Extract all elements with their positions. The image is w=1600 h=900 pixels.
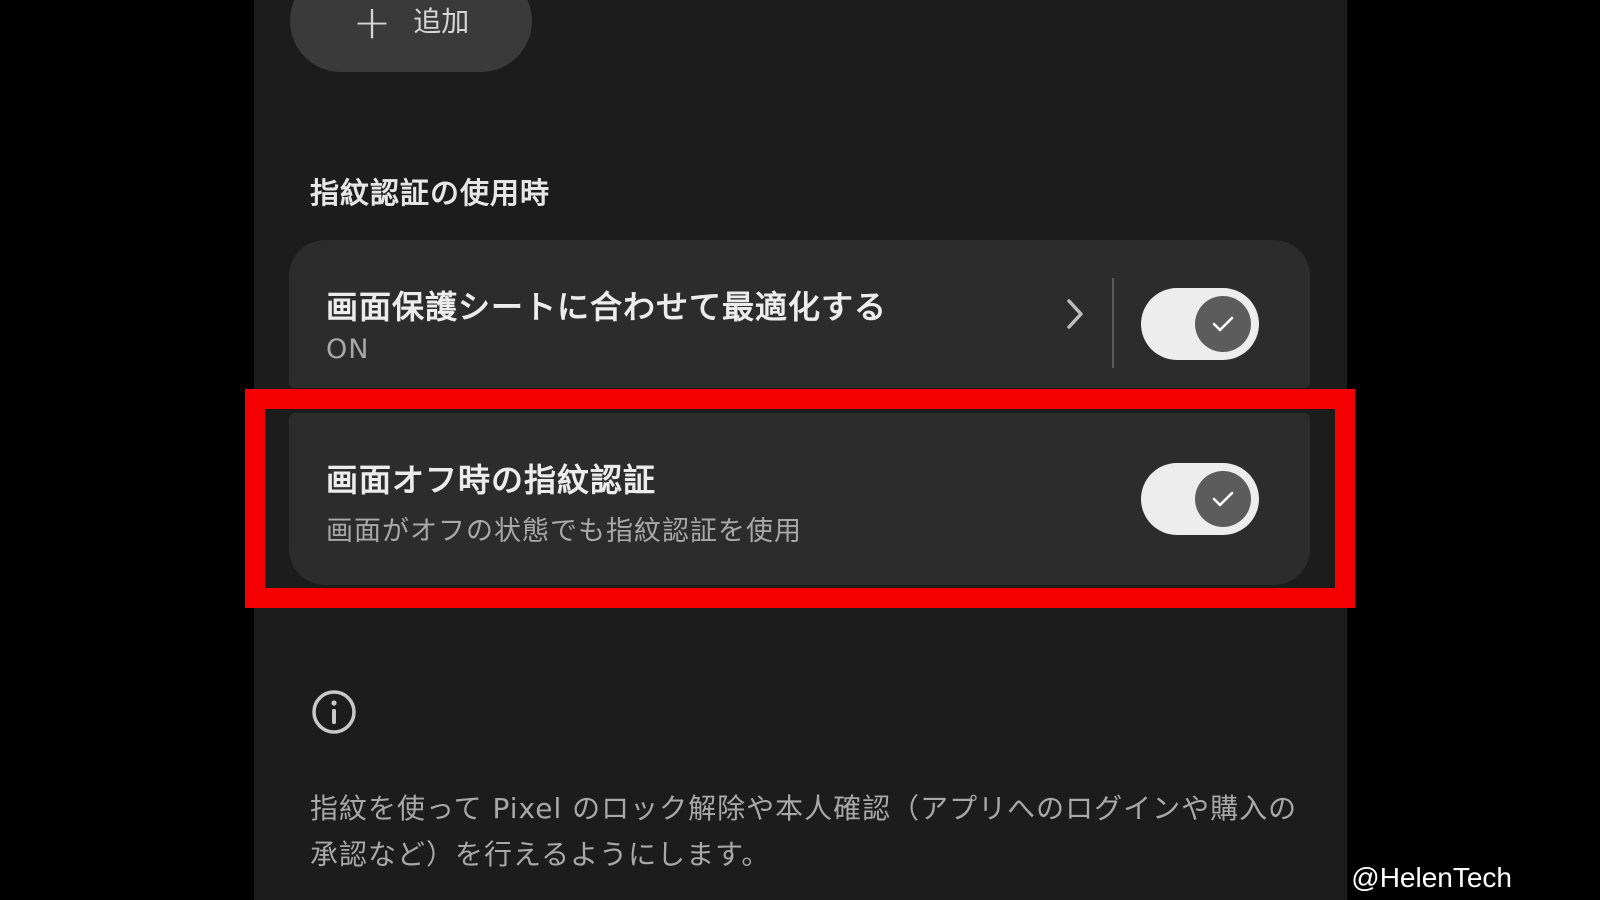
- section-title: 指紋認証の使用時: [310, 176, 551, 210]
- toggle-thumb: [1195, 296, 1251, 352]
- add-button-label: 追加: [413, 5, 470, 38]
- setting-status: ON: [326, 334, 370, 365]
- add-fingerprint-button[interactable]: + 追加: [290, 0, 532, 72]
- info-icon: [312, 690, 356, 734]
- setting-screen-protector[interactable]: 画面保護シートに合わせて最適化する ON: [289, 240, 1310, 388]
- highlight-box: [245, 389, 1355, 608]
- plus-icon: +: [352, 0, 392, 49]
- chevron-right-icon[interactable]: [1059, 296, 1089, 332]
- check-icon: [1212, 316, 1234, 332]
- watermark: @HelenTech: [1351, 862, 1512, 893]
- screen-protector-toggle[interactable]: [1141, 288, 1259, 360]
- info-description: 指紋を使って Pixel のロック解除や本人確認（アプリへのログインや購入の承認…: [310, 792, 1298, 871]
- divider: [1112, 278, 1114, 368]
- setting-title: 画面保護シートに合わせて最適化する: [326, 288, 888, 326]
